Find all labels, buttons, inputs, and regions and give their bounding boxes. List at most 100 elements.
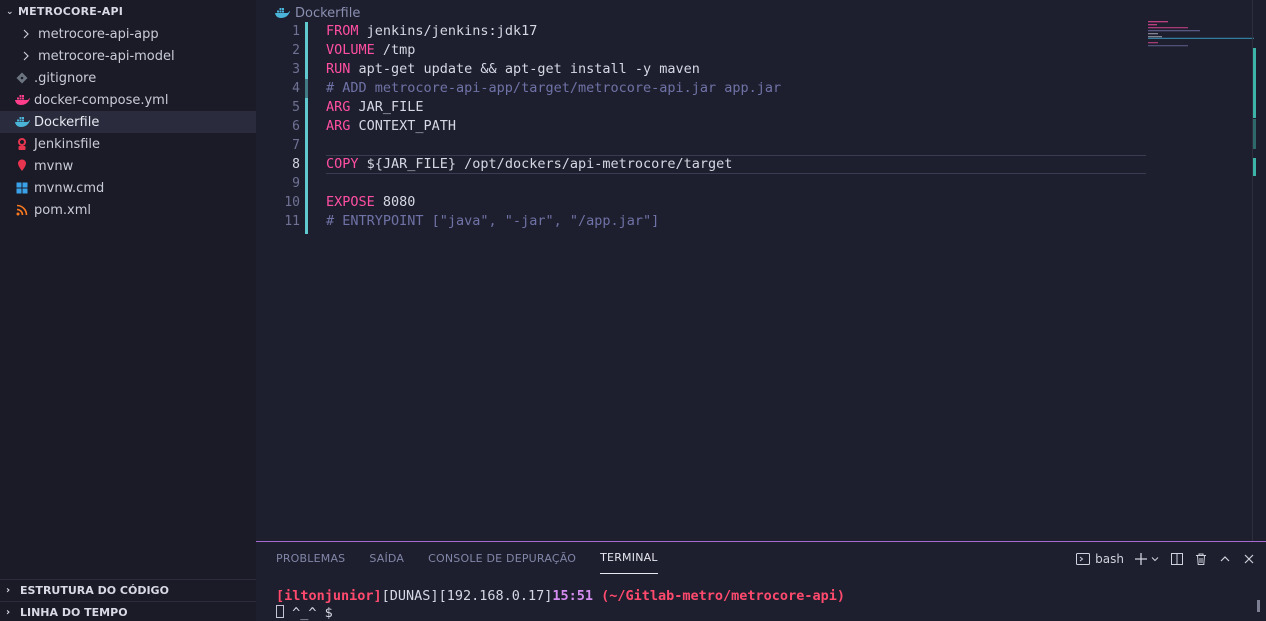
terminal-icon (1076, 553, 1091, 565)
code-line[interactable] (326, 174, 1146, 193)
file-item[interactable]: docker-compose.yml (0, 89, 256, 111)
line-number: 7 (292, 138, 300, 153)
tree-item-label: metrocore-api-app (38, 26, 159, 42)
file-item[interactable]: mvnw (0, 155, 256, 177)
file-tree: metrocore-api-app metrocore-api-model .git… (0, 23, 256, 221)
line-number: 8 (292, 157, 300, 172)
tab-console-de-depura-o[interactable]: CONSOLE DE DEPURAÇÃO (428, 542, 576, 574)
code-line[interactable]: EXPOSE 8080 (326, 193, 1146, 212)
chevron-right-icon: › (6, 607, 11, 618)
code-text: jenkins/jenkins:jdk17 (358, 23, 538, 39)
timeline-section-header[interactable]: › LINHA DO TEMPO (0, 601, 256, 621)
code-line[interactable]: FROM jenkins/jenkins:jdk17 (326, 22, 1146, 41)
tree-item-label: metrocore-api-model (38, 48, 175, 64)
code-comment: # ADD metrocore-api-app/target/metrocore… (326, 80, 782, 96)
kill-terminal-button[interactable] (1194, 552, 1208, 566)
editor-pane[interactable]: Dockerfile 1 2 3 4 5 6 7 8 9 10 11 FROM jenkins/je… (256, 0, 1266, 541)
code-line[interactable]: # ENTRYPOINT ["java", "-jar", "/app.jar"… (326, 212, 1146, 231)
windows-icon (14, 180, 30, 196)
jenkins-icon (14, 136, 30, 152)
terminal-cursor (276, 605, 284, 618)
code-text: 8080 (374, 194, 416, 210)
folder-item[interactable]: metrocore-api-model (0, 45, 256, 67)
code-keyword: RUN (326, 61, 351, 77)
line-number: 11 (284, 214, 300, 229)
breadcrumb[interactable]: Dockerfile (274, 4, 360, 22)
editor-scrollbar[interactable] (1252, 0, 1266, 541)
terminal-path: (~/Gitlab-metro/metrocore-api) (593, 588, 845, 604)
rss-icon (14, 202, 30, 218)
code-line[interactable]: VOLUME /tmp (326, 41, 1146, 60)
code-comment: # ENTRYPOINT ["java", "-jar", "/app.jar"… (326, 213, 660, 229)
terminal-input-line[interactable]: ^_^ $ (276, 605, 845, 621)
terminal-host: [DUNAS][192.168.0.17] (381, 588, 553, 604)
docker-icon (274, 7, 290, 19)
git-change-marker[interactable] (305, 98, 308, 234)
docker-icon (14, 92, 30, 108)
maven-pin-icon (14, 158, 30, 174)
new-terminal-button[interactable] (1134, 552, 1160, 566)
code-text: JAR_FILE (350, 99, 424, 115)
git-change-marker[interactable] (305, 79, 308, 98)
code-keyword: FROM (326, 23, 359, 39)
code-line[interactable]: RUN apt-get update && apt-get install -y… (326, 60, 1146, 79)
file-item[interactable]: mvnw.cmd (0, 177, 256, 199)
terminal-shell-selector[interactable]: bash (1075, 551, 1124, 567)
explorer-sidebar: ⌄ METROCORE-API metrocore-api-app metroco… (0, 0, 256, 621)
line-number: 10 (284, 195, 300, 210)
chevron-down-icon: ⌄ (6, 6, 14, 17)
file-item[interactable]: .gitignore (0, 67, 256, 89)
scrollbar-git-marker (1253, 48, 1256, 118)
file-item[interactable]: pom.xml (0, 199, 256, 221)
chevron-up-icon (1220, 556, 1230, 562)
code-line[interactable]: ARG JAR_FILE (326, 98, 1146, 117)
line-number: 5 (292, 100, 300, 115)
git-icon (14, 70, 30, 86)
code-line[interactable]: COPY ${JAR_FILE} /opt/dockers/api-metroc… (326, 155, 1146, 174)
split-icon (1171, 553, 1183, 565)
docker-icon (14, 114, 30, 130)
file-item[interactable]: Jenkinsfile (0, 133, 256, 155)
tab-sa-da[interactable]: SAÍDA (369, 542, 404, 574)
tree-item-label: .gitignore (34, 70, 97, 86)
terminal-output[interactable]: [iltonjunior][DUNAS][192.168.0.17]15:51 … (276, 588, 845, 621)
line-number: 3 (292, 62, 300, 77)
line-number: 6 (292, 119, 300, 134)
code-line[interactable]: # ADD metrocore-api-app/target/metrocore… (326, 79, 1146, 98)
code-area[interactable]: FROM jenkins/jenkins:jdk17 VOLUME /tmp RUN… (326, 22, 1146, 231)
panel-actions: bash (1075, 548, 1256, 570)
timeline-label: LINHA DO TEMPO (20, 606, 128, 619)
breadcrumb-file: Dockerfile (295, 5, 361, 21)
folder-item[interactable]: metrocore-api-app (0, 23, 256, 45)
terminal-prompt-line: [iltonjunior][DUNAS][192.168.0.17]15:51 … (276, 588, 845, 605)
panel-tabs: PROBLEMAS SAÍDA CONSOLE DE DEPURAÇÃO TERMIN… (276, 542, 682, 574)
scrollbar-git-marker (1253, 119, 1256, 149)
code-keyword: ARG (326, 118, 351, 134)
close-icon (1244, 554, 1254, 564)
plus-icon (1135, 553, 1147, 565)
terminal-scrollbar[interactable] (1257, 600, 1260, 612)
line-number: 9 (292, 176, 300, 191)
vscode-window: ⌄ METROCORE-API metrocore-api-app metroco… (0, 0, 1266, 621)
terminal-prompt: ^_^ $ (284, 605, 341, 621)
tab-problemas[interactable]: PROBLEMAS (276, 542, 345, 574)
code-keyword: EXPOSE (326, 194, 375, 210)
tab-terminal[interactable]: TERMINAL (600, 542, 658, 574)
line-number: 2 (292, 43, 300, 58)
code-keyword: COPY (326, 156, 359, 172)
line-number-gutter: 1 2 3 4 5 6 7 8 9 10 11 (256, 22, 302, 231)
explorer-root-header[interactable]: ⌄ METROCORE-API (0, 0, 256, 23)
trash-icon (1196, 553, 1206, 565)
code-line[interactable]: ARG CONTEXT_PATH (326, 117, 1146, 136)
tree-item-label: mvnw (34, 158, 74, 174)
close-panel-button[interactable] (1242, 552, 1256, 566)
outline-section-header[interactable]: › ESTRUTURA DO CÓDIGO (0, 579, 256, 601)
file-item[interactable]: Dockerfile (0, 111, 256, 133)
split-terminal-button[interactable] (1170, 552, 1184, 566)
tree-item-label: pom.xml (34, 202, 91, 218)
code-line[interactable] (326, 136, 1146, 155)
maximize-panel-button[interactable] (1218, 552, 1232, 566)
minimap[interactable] (1148, 20, 1254, 50)
tree-item-label: docker-compose.yml (34, 92, 169, 108)
git-change-marker[interactable] (305, 22, 308, 79)
